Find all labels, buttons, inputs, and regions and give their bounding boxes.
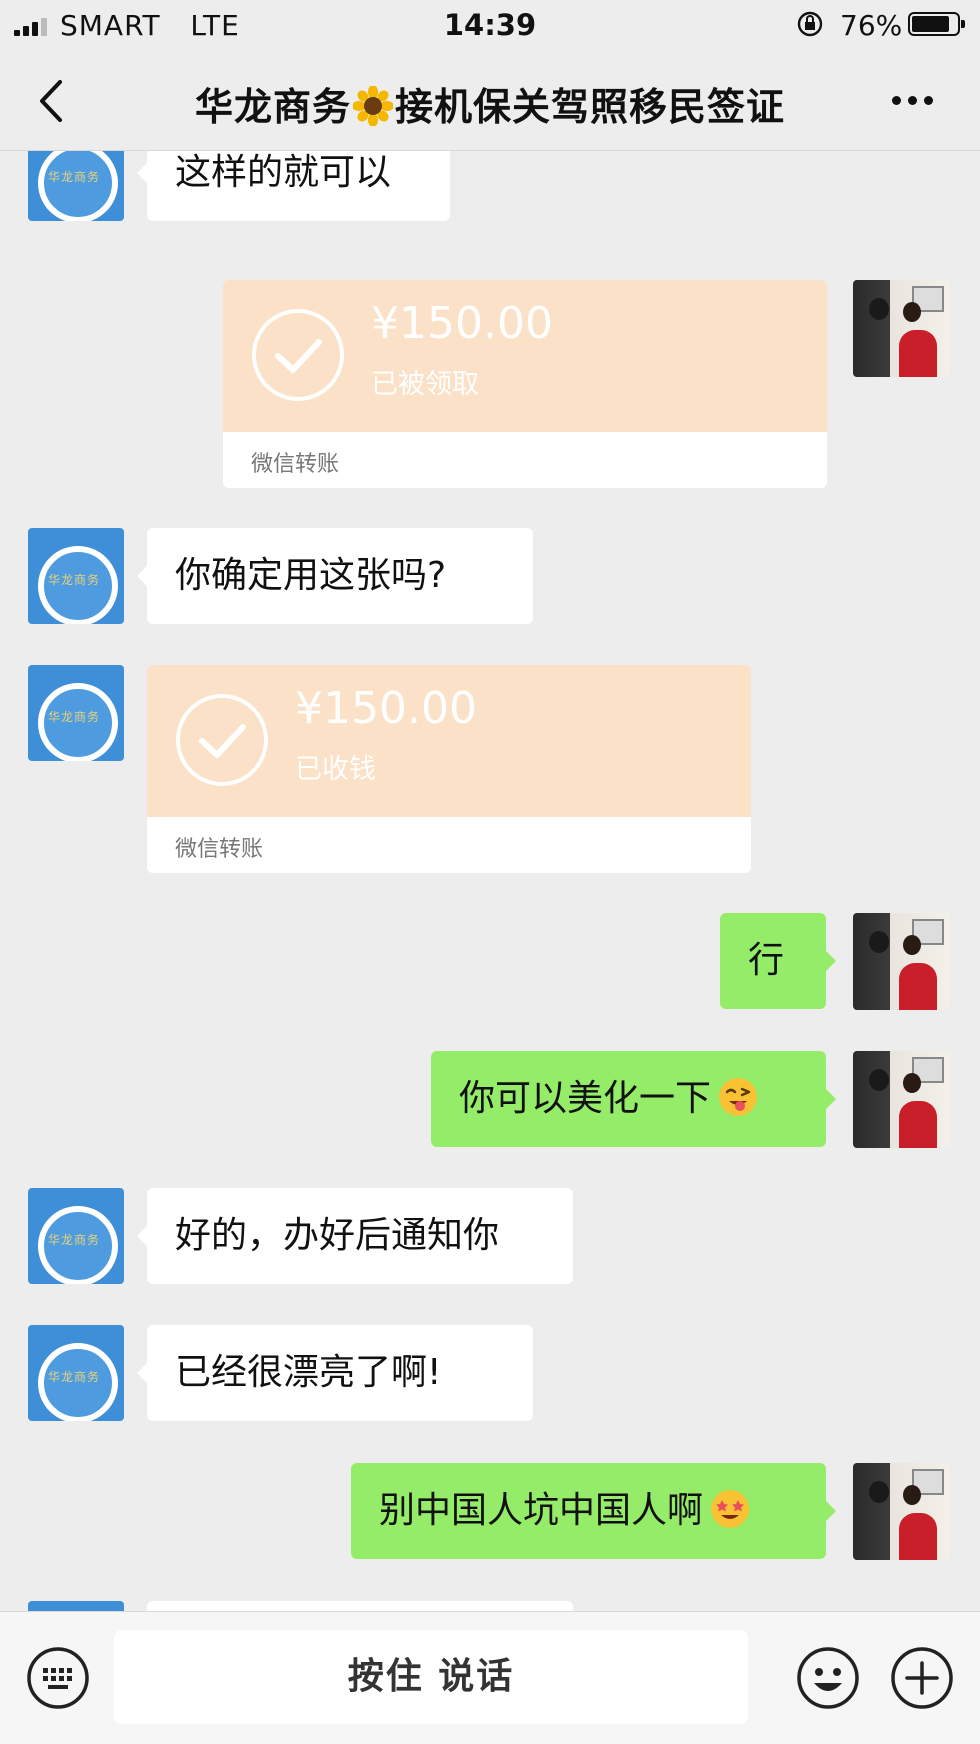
contact-avatar[interactable]: 华龙商务 xyxy=(28,528,124,624)
transfer-card-sent[interactable]: ¥150.00 已被领取 微信转账 xyxy=(223,280,827,488)
battery-percentage: 76% xyxy=(840,9,903,42)
outgoing-message[interactable]: 你可以美化一下 xyxy=(431,1051,836,1147)
sunflower-emoji-icon xyxy=(353,86,393,126)
emoji-icon[interactable] xyxy=(796,1646,860,1710)
winking-tongue-emoji-icon xyxy=(719,1078,758,1116)
back-chevron-icon[interactable] xyxy=(32,76,72,126)
my-avatar[interactable] xyxy=(853,1051,950,1148)
transfer-amount: ¥150.00 xyxy=(371,298,553,349)
my-avatar[interactable] xyxy=(853,913,950,1010)
my-avatar[interactable] xyxy=(853,280,950,377)
message-text: 别中国人坑中国人啊 xyxy=(379,1490,704,1531)
message-list[interactable]: 华龙商务 这样的就可以 ¥150.00 已被领取 微信转账 华龙商务 你确定用这… xyxy=(0,151,980,1611)
transfer-label: 微信转账 xyxy=(175,837,264,862)
input-bar: 按住 说话 xyxy=(0,1611,980,1744)
add-more-icon[interactable] xyxy=(890,1646,954,1710)
battery-icon xyxy=(908,12,965,36)
transfer-card-received[interactable]: ¥150.00 已收钱 微信转账 xyxy=(147,665,751,873)
incoming-message[interactable]: 好的，办好后通知你 xyxy=(137,1188,573,1284)
contact-avatar[interactable]: 华龙商务 xyxy=(28,1325,124,1421)
my-avatar[interactable] xyxy=(853,1463,950,1560)
incoming-message[interactable]: 你确定用这张吗? xyxy=(137,528,533,624)
outgoing-message[interactable]: 别中国人坑中国人啊 xyxy=(351,1463,836,1559)
rotation-lock-icon xyxy=(797,11,823,37)
clock: 14:39 xyxy=(443,8,537,42)
incoming-message[interactable]: 已经很漂亮了啊! xyxy=(137,1325,533,1421)
outgoing-message[interactable]: 行 xyxy=(720,913,836,1009)
more-options-icon[interactable] xyxy=(888,86,938,116)
transfer-status: 已收钱 xyxy=(295,754,376,785)
incoming-message-partial[interactable] xyxy=(147,1601,573,1611)
transfer-status: 已被领取 xyxy=(371,369,479,400)
contact-avatar[interactable]: 华龙商务 xyxy=(28,151,124,221)
incoming-message[interactable]: 这样的就可以 xyxy=(137,151,450,221)
contact-avatar[interactable]: 华龙商务 xyxy=(28,1188,124,1284)
keyboard-icon[interactable] xyxy=(26,1646,90,1710)
message-text: 你可以美化一下 xyxy=(459,1078,712,1119)
check-circle-icon xyxy=(176,694,268,786)
chat-title-name: 华龙商务 xyxy=(194,85,351,129)
transfer-label: 微信转账 xyxy=(251,452,340,477)
contact-avatar[interactable]: 华龙商务 xyxy=(28,665,124,761)
contact-avatar[interactable] xyxy=(28,1601,124,1611)
star-struck-emoji-icon xyxy=(711,1490,750,1528)
chat-title-services: 接机保关驾照移民签证 xyxy=(395,85,786,129)
status-bar: SMART LTE 14:39 76% xyxy=(0,0,980,50)
chat-title: 华龙商务 接机保关驾照移民签证 xyxy=(110,76,870,131)
transfer-amount: ¥150.00 xyxy=(295,683,477,734)
chat-header: 华龙商务 接机保关驾照移民签证 xyxy=(0,50,980,151)
hold-to-talk-button[interactable]: 按住 说话 xyxy=(114,1630,748,1724)
check-circle-icon xyxy=(252,309,344,401)
